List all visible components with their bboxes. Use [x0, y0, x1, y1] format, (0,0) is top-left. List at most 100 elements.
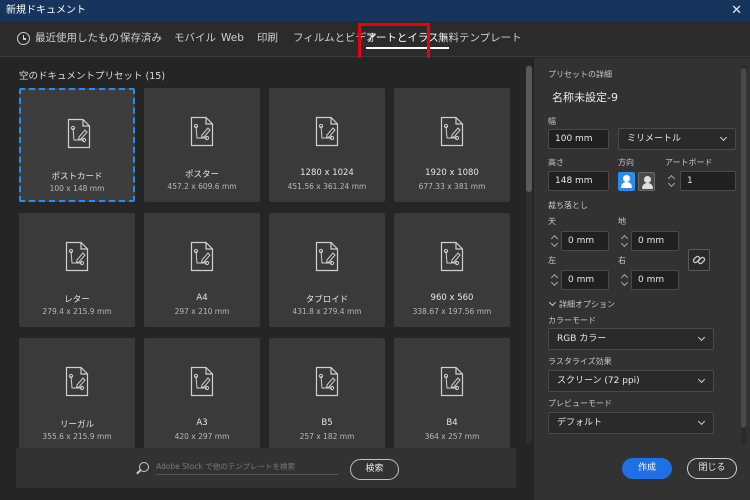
search-button[interactable]: 検索	[350, 459, 399, 480]
height-field[interactable]: 148 mm	[548, 171, 609, 191]
advanced-options-toggle[interactable]: 詳細オプション	[548, 298, 615, 310]
preset-size: 297 x 210 mm	[174, 307, 230, 316]
preset-name: B4	[446, 418, 458, 428]
preset-size: 420 x 297 mm	[174, 432, 230, 441]
advanced-options-label: 詳細オプション	[559, 300, 615, 309]
preset-card[interactable]: リーガル 355.6 x 215.9 mm	[19, 338, 135, 452]
highlight-annotation	[358, 23, 430, 63]
window-title: 新規ドキュメント	[6, 5, 86, 16]
document-icon	[190, 241, 214, 272]
bleed-bottom-field[interactable]: 0 mm	[631, 231, 679, 251]
presets-scroll-thumb[interactable]	[526, 66, 532, 192]
document-name-field[interactable]: 名称未設定-9	[552, 89, 618, 105]
preset-name: ポストカード	[51, 172, 103, 182]
link-bleed-button[interactable]	[688, 249, 710, 271]
preset-name: B5	[321, 418, 333, 428]
presets-panel: 空のドキュメントプリセット (15) ポストカード 100 x 148 mm ポスタ…	[0, 58, 534, 500]
bleed-left-field[interactable]: 0 mm	[561, 270, 609, 290]
preset-card[interactable]: B5 257 x 182 mm	[269, 338, 385, 452]
preset-card[interactable]: ポストカード 100 x 148 mm	[19, 88, 135, 202]
unit-select-value: ミリメートル	[627, 134, 682, 144]
preset-card[interactable]: A3 420 x 297 mm	[144, 338, 260, 452]
landscape-button[interactable]	[638, 172, 655, 191]
preset-details-label: プリセットの詳細	[548, 70, 612, 79]
preset-name: 960 x 560	[430, 293, 474, 303]
preset-details-panel: プリセットの詳細 名称未設定-9 幅 100 mm ミリメートル 高さ 148 …	[534, 58, 750, 500]
preset-card[interactable]: レター 279.4 x 215.9 mm	[19, 213, 135, 327]
document-icon	[65, 366, 89, 397]
tab-recent[interactable]: 最近使用したもの	[35, 21, 119, 57]
preset-name: A4	[196, 293, 208, 303]
artboard-field[interactable]: 1	[680, 171, 736, 191]
clock-icon	[17, 32, 30, 45]
preset-card[interactable]: A4 297 x 210 mm	[144, 213, 260, 327]
bleed-bottom-stepper[interactable]	[620, 231, 631, 251]
portrait-icon	[621, 175, 632, 188]
chevron-down-icon	[697, 375, 706, 384]
width-field[interactable]: 100 mm	[548, 129, 609, 149]
bleed-top-field[interactable]: 0 mm	[561, 231, 609, 251]
close-icon[interactable]: ✕	[731, 0, 742, 21]
preset-card[interactable]: ポスター 457.2 x 609.6 mm	[144, 88, 260, 202]
unit-select[interactable]: ミリメートル	[618, 128, 736, 150]
preview-mode-value: デフォルト	[557, 418, 603, 428]
tab-saved[interactable]: 保存済み	[120, 21, 162, 57]
raster-effects-select[interactable]: スクリーン (72 ppi)	[548, 370, 714, 392]
preset-size: 338.67 x 197.56 mm	[412, 307, 492, 316]
color-mode-label: カラーモード	[548, 316, 596, 325]
preset-card[interactable]: 1280 x 1024 451.56 x 361.24 mm	[269, 88, 385, 202]
portrait-button[interactable]	[618, 172, 635, 191]
presets-title: 空のドキュメントプリセット (15)	[19, 71, 166, 82]
preset-name: リーガル	[59, 420, 94, 430]
window-titlebar: 新規ドキュメント ✕	[0, 0, 750, 21]
preset-name: 1920 x 1080	[425, 168, 479, 178]
preset-card[interactable]: タブロイド 431.8 x 279.4 mm	[269, 213, 385, 327]
preset-card[interactable]: 960 x 560 338.67 x 197.56 mm	[394, 213, 510, 327]
height-label: 高さ	[548, 158, 564, 167]
preset-name: 1280 x 1024	[300, 168, 354, 178]
preset-card[interactable]: 1920 x 1080 677.33 x 381 mm	[394, 88, 510, 202]
chevron-down-icon	[697, 417, 706, 426]
search-icon	[139, 462, 149, 472]
bleed-bottom-label: 地	[618, 217, 626, 226]
details-scroll-thumb[interactable]	[741, 68, 746, 428]
color-mode-select[interactable]: RGB カラー	[548, 328, 714, 350]
tab-print[interactable]: 印刷	[257, 21, 278, 57]
bleed-label: 裁ち落とし	[548, 201, 588, 210]
preset-size: 100 x 148 mm	[49, 184, 105, 193]
link-icon	[692, 255, 706, 265]
preview-mode-select[interactable]: デフォルト	[548, 412, 714, 434]
bleed-right-stepper[interactable]	[620, 270, 631, 290]
bleed-left-stepper[interactable]	[550, 270, 561, 290]
preset-name: タブロイド	[305, 295, 349, 305]
document-icon	[315, 116, 339, 147]
close-button[interactable]: 閉じる	[687, 458, 737, 479]
raster-effects-label: ラスタライズ効果	[548, 357, 612, 366]
tab-mobile[interactable]: モバイル	[174, 21, 216, 57]
tab-web[interactable]: Web	[221, 21, 244, 57]
chevron-down-icon	[548, 298, 557, 307]
orientation-label: 方向	[618, 158, 634, 167]
chevron-down-icon	[719, 133, 728, 142]
artboard-stepper[interactable]	[667, 171, 678, 191]
artboard-label: アートボード	[665, 158, 713, 167]
preview-mode-label: プレビューモード	[548, 399, 612, 408]
create-button[interactable]: 作成	[622, 458, 672, 479]
preset-size: 431.8 x 279.4 mm	[292, 307, 362, 316]
preset-size: 364 x 257 mm	[424, 432, 480, 441]
color-mode-value: RGB カラー	[557, 334, 607, 344]
preset-size: 279.4 x 215.9 mm	[42, 307, 112, 316]
document-icon	[190, 366, 214, 397]
tab-free-templates[interactable]: 無料テンプレート	[438, 21, 522, 57]
preset-size: 451.56 x 361.24 mm	[287, 182, 367, 191]
preset-card[interactable]: B4 364 x 257 mm	[394, 338, 510, 452]
document-icon	[440, 366, 464, 397]
bleed-right-field[interactable]: 0 mm	[631, 270, 679, 290]
document-icon	[190, 116, 214, 147]
chevron-down-icon	[697, 333, 706, 342]
stock-search-input[interactable]	[156, 459, 338, 475]
preset-size: 677.33 x 381 mm	[418, 182, 486, 191]
bleed-right-label: 右	[618, 256, 626, 265]
document-icon	[315, 241, 339, 272]
bleed-top-stepper[interactable]	[550, 231, 561, 251]
